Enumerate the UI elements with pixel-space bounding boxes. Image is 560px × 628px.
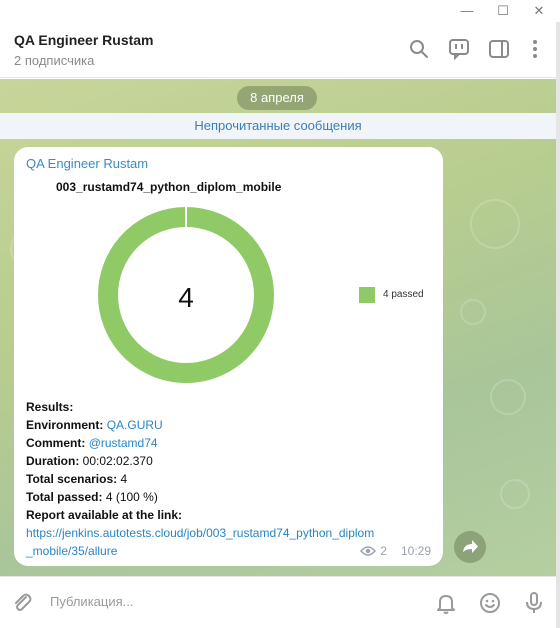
more-icon[interactable] <box>524 38 546 60</box>
message-sender[interactable]: QA Engineer Rustam <box>26 156 148 171</box>
maximize-button[interactable]: ☐ <box>494 2 512 20</box>
notification-bell-icon[interactable] <box>434 591 458 615</box>
background-doodle <box>470 199 520 249</box>
views-count: 2 <box>380 544 387 558</box>
results-donut-chart: 4 <box>98 207 274 383</box>
donut-center-value: 4 <box>178 282 194 313</box>
report-title: 003_rustamd74_python_diplom_mobile <box>56 180 282 194</box>
date-badge: 8 апреля <box>237 86 317 110</box>
message-meta: 2 10:29 <box>360 544 431 558</box>
legend-label-passed: 4 passed <box>383 289 424 300</box>
passed-label: Total passed: <box>26 490 103 504</box>
eye-icon <box>360 546 377 556</box>
minimize-button[interactable]: — <box>458 2 476 20</box>
scenarios-value: 4 <box>120 472 128 486</box>
chat-subtitle: 2 подписчика <box>14 53 95 68</box>
background-doodle <box>460 299 486 325</box>
background-doodle <box>500 479 530 509</box>
search-icon[interactable] <box>408 38 430 60</box>
emoji-icon[interactable] <box>478 591 502 615</box>
report-link-line-1[interactable]: https://jenkins.autotests.cloud/job/003_… <box>26 524 436 542</box>
close-button[interactable]: ✕ <box>530 2 548 20</box>
duration-value: 00:02:02.370 <box>82 454 153 468</box>
unread-divider: Непрочитанные сообщения <box>0 113 556 139</box>
message-composer: Публикация... <box>0 576 556 628</box>
share-arrow-icon <box>463 540 478 553</box>
scenarios-label: Total scenarios: <box>26 472 118 486</box>
paperclip-icon[interactable] <box>10 591 34 615</box>
scrollbar[interactable] <box>556 22 560 628</box>
environment-link[interactable]: QA.GURU <box>107 418 163 432</box>
results-label: Results: <box>26 400 74 414</box>
message-bubble[interactable]: QA Engineer Rustam 003_rustamd74_python_… <box>14 147 443 566</box>
microphone-icon[interactable] <box>522 591 546 615</box>
chat-title[interactable]: QA Engineer Rustam <box>14 32 154 48</box>
report-details: Results: Environment: QA.GURU Comment: @… <box>26 398 436 560</box>
message-time: 10:29 <box>400 544 431 558</box>
legend-swatch-passed <box>359 287 375 303</box>
chat-header[interactable]: QA Engineer Rustam 2 подписчика <box>0 22 556 78</box>
message-input[interactable]: Публикация... <box>50 594 133 609</box>
comment-mention-link[interactable]: @rustamd74 <box>89 436 158 450</box>
share-button[interactable] <box>454 531 486 563</box>
comment-label: Comment: <box>26 436 86 450</box>
window-titlebar: — ☐ ✕ <box>0 0 560 22</box>
discussion-icon[interactable] <box>448 38 470 60</box>
chat-area: 8 апреля Непрочитанные сообщения QA Engi… <box>0 79 556 576</box>
report-link-label: Report available at the link: <box>26 508 183 522</box>
environment-label: Environment: <box>26 418 104 432</box>
sidebar-toggle-icon[interactable] <box>488 38 510 60</box>
passed-value: 4 (100 %) <box>105 490 158 504</box>
background-doodle <box>490 379 526 415</box>
duration-label: Duration: <box>26 454 80 468</box>
